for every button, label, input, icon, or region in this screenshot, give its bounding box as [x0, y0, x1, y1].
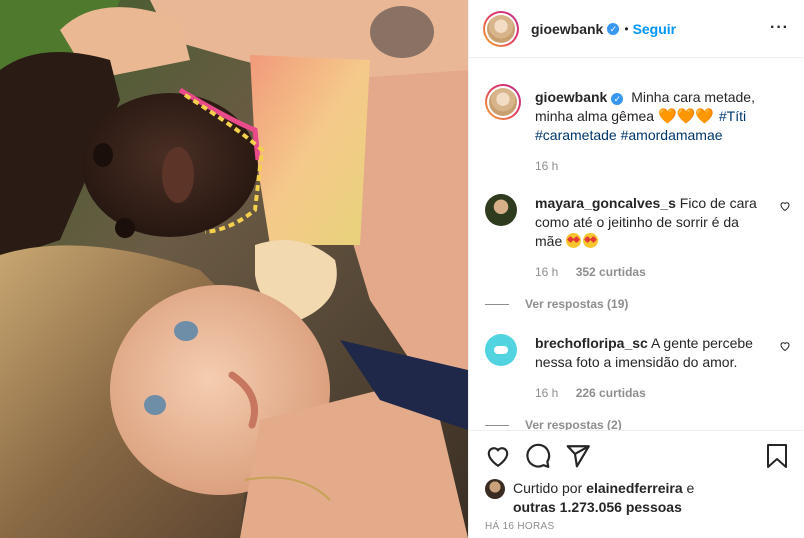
post-details-panel: gioewbank ✓ • Seguir ··· gioewbank ✓ Minh…: [468, 0, 804, 538]
liker-username[interactable]: elainedferreira: [586, 480, 683, 496]
liked-by-suffix: e: [686, 480, 695, 496]
view-replies-button[interactable]: Ver respostas (19): [485, 297, 767, 311]
verified-badge-icon: ✓: [611, 93, 624, 105]
orange-heart-emojis: 🧡🧡🧡: [657, 108, 714, 125]
save-bookmark-icon[interactable]: [765, 443, 789, 469]
comment-username[interactable]: brechofloripa_sc: [535, 335, 648, 351]
separator-dot: •: [624, 21, 629, 36]
liker-avatar[interactable]: [485, 479, 505, 499]
commenter-avatar[interactable]: [485, 194, 517, 226]
selfie-image: [0, 0, 468, 538]
liked-by: Curtido por elainedferreira e outras 1.2…: [485, 479, 783, 517]
like-heart-icon[interactable]: [485, 443, 511, 469]
caption-time[interactable]: 16 h: [535, 159, 785, 173]
post-actions: Curtido por elainedferreira e outras 1.2…: [469, 430, 804, 538]
author-username[interactable]: gioewbank: [531, 21, 603, 37]
comment-time[interactable]: 16 h: [535, 265, 558, 279]
comment-time[interactable]: 16 h: [535, 386, 558, 400]
commenter-avatar[interactable]: [485, 334, 517, 366]
post-photo[interactable]: [0, 0, 468, 538]
comment-username[interactable]: mayara_goncalves_s: [535, 195, 676, 211]
caption: gioewbank ✓ Minha cara metade, minha alma…: [485, 84, 791, 173]
like-comment-heart-icon[interactable]: [779, 340, 791, 352]
post-header: gioewbank ✓ • Seguir ···: [469, 0, 804, 58]
comment-likes[interactable]: 226 curtidas: [576, 386, 646, 400]
view-replies-label[interactable]: Ver respostas (19): [525, 297, 628, 311]
author-avatar[interactable]: [483, 10, 519, 47]
heart-eyes-emoji-icon: [583, 233, 599, 248]
caption-username[interactable]: gioewbank: [535, 89, 607, 105]
replies-divider: [485, 424, 509, 426]
like-comment-heart-icon[interactable]: [779, 200, 791, 212]
more-options-icon[interactable]: ···: [770, 20, 789, 36]
view-replies-label[interactable]: Ver respostas (2): [525, 418, 622, 430]
liked-by-prefix: Curtido por: [513, 480, 583, 496]
post-time-ago[interactable]: HÁ 16 HORAS: [485, 521, 554, 532]
view-replies-button[interactable]: Ver respostas (2): [485, 418, 767, 430]
heart-eyes-emoji-icon: [566, 233, 582, 248]
comment-likes[interactable]: 352 curtidas: [576, 265, 646, 279]
follow-button[interactable]: Seguir: [633, 21, 677, 37]
likes-count[interactable]: outras 1.273.056 pessoas: [513, 499, 682, 515]
replies-divider: [485, 303, 509, 305]
comment-item: brechofloripa_sc A gente percebe nessa f…: [485, 334, 791, 430]
share-paper-plane-icon[interactable]: [565, 443, 591, 469]
verified-badge-icon: ✓: [607, 22, 620, 35]
comments-section: gioewbank ✓ Minha cara metade, minha alma…: [469, 58, 804, 430]
comment-bubble-icon[interactable]: [525, 443, 551, 469]
comment-item: mayara_goncalves_s Fico de cara como até…: [485, 194, 791, 311]
caption-author-avatar[interactable]: [485, 84, 521, 120]
